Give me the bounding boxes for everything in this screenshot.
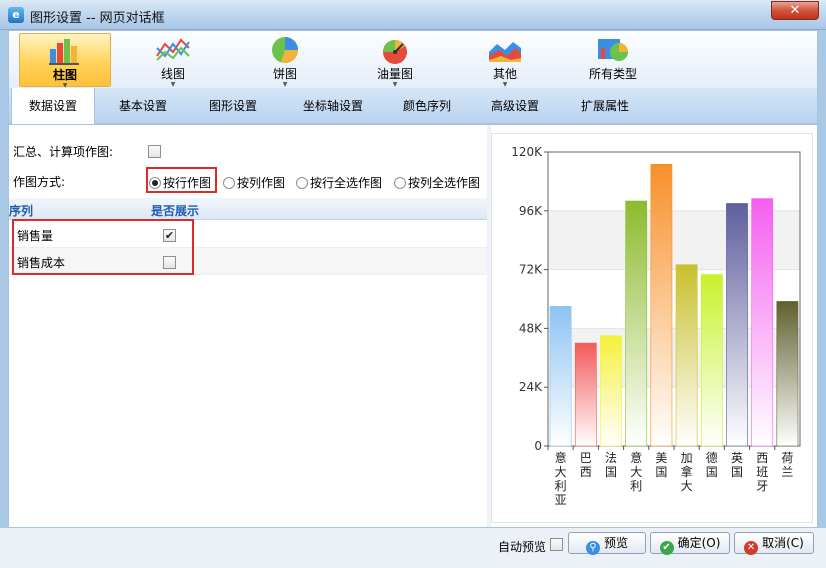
ok-button[interactable]: ✔ 确定(O): [650, 532, 730, 555]
bar-5: [675, 264, 698, 447]
y-tick-label: 48K: [519, 321, 543, 335]
column-header-show: 是否展示: [151, 204, 200, 218]
cancel-icon: ✕: [744, 541, 759, 555]
chart-preview: 0 24K 48K 72K 96K 120K 意大利亚 巴西 法国 意大利 美国 加拿大 德国 英国 西班牙…: [491, 133, 813, 523]
auto-preview-label: 自动预览: [498, 540, 547, 554]
ie-app-icon: e: [8, 7, 24, 23]
bar-3: [625, 200, 648, 447]
title-bar: e 图形设置 -- 网页对话框 ✕: [0, 0, 826, 30]
bar-6: [700, 274, 723, 447]
cancel-label: 取消(C): [762, 536, 804, 550]
chart-type-label: 油量图: [376, 67, 413, 81]
x-tick-label: 西班牙: [756, 451, 768, 493]
radio-by-row-all[interactable]: 按行全选作图: [296, 174, 382, 191]
bar-2: [600, 335, 622, 447]
preview-button[interactable]: ⚲ 预览: [568, 532, 646, 555]
tab-graphic-settings[interactable]: 图形设置: [191, 88, 275, 124]
x-tick-label: 美国: [655, 451, 667, 479]
all-types-icon: [598, 39, 628, 61]
radio-dot-icon: [394, 177, 406, 189]
y-tick-label: 0: [534, 439, 542, 453]
chart-type-line[interactable]: 线图 ▼: [127, 33, 219, 88]
chart-type-gauge[interactable]: 油量图 ▼: [349, 33, 441, 88]
x-tick-label: 巴西: [580, 451, 592, 479]
tab-basic-settings[interactable]: 基本设置: [101, 88, 185, 124]
summary-label: 汇总、计算项作图:: [13, 145, 114, 159]
summary-checkbox[interactable]: [148, 145, 161, 158]
window-title: 图形设置 -- 网页对话框: [30, 11, 165, 26]
chart-type-label: 饼图: [272, 67, 297, 81]
radio-label: 按列全选作图: [408, 176, 481, 190]
close-button[interactable]: ✕: [771, 1, 819, 20]
tab-axis-settings[interactable]: 坐标轴设置: [291, 88, 375, 124]
bar-0: [549, 306, 572, 447]
preview-label: 预览: [603, 536, 628, 550]
highlight-box-series: [12, 219, 194, 275]
tab-data-settings[interactable]: 数据设置: [11, 88, 95, 125]
bar-8: [751, 198, 774, 447]
tab-extended-properties[interactable]: 扩展属性: [563, 88, 647, 124]
y-tick-label: 72K: [519, 263, 543, 277]
chart-type-label: 柱图: [52, 68, 77, 82]
chart-type-bar[interactable]: 柱图 ▼: [19, 33, 111, 89]
bar-chart: 0 24K 48K 72K 96K 120K 意大利亚 巴西法国 意大利 美国 加拿大 德国英国 西班牙…: [511, 145, 801, 507]
pie-chart-icon: [272, 37, 299, 64]
x-tick-label: 英国: [731, 451, 743, 479]
magnifier-icon: ⚲: [585, 541, 600, 555]
radio-dot-icon: [296, 177, 308, 189]
y-tick-label: 24K: [519, 380, 543, 394]
mode-label: 作图方式:: [13, 175, 66, 189]
bar-1: [574, 342, 597, 447]
bar-9: [776, 301, 799, 447]
x-tick-label: 德国: [706, 450, 718, 479]
cancel-button[interactable]: ✕ 取消(C): [734, 532, 814, 555]
radio-by-column-all[interactable]: 按列全选作图: [394, 174, 480, 191]
radio-by-column[interactable]: 按列作图: [223, 174, 285, 191]
chart-type-label: 其他: [492, 67, 517, 81]
tab-color-series[interactable]: 颜色序列: [385, 88, 469, 124]
y-tick-label: 96K: [519, 204, 543, 218]
gauge-chart-icon: [383, 40, 407, 64]
ok-label: 确定(O): [677, 536, 721, 550]
tab-advanced-settings[interactable]: 高级设置: [473, 88, 557, 124]
x-tick-label: 意大利亚: [555, 450, 567, 507]
radio-label: 按行全选作图: [310, 176, 383, 190]
column-header-series: 序列: [9, 204, 34, 218]
bar-4: [650, 163, 673, 447]
chart-type-pie[interactable]: 饼图 ▼: [239, 33, 331, 88]
line-chart-icon: [156, 38, 190, 61]
chart-type-label: 线图: [160, 67, 185, 81]
series-grid-header: 序列 是否展示: [9, 198, 487, 220]
radio-label: 按列作图: [237, 176, 286, 190]
x-tick-label: 荷兰: [781, 451, 793, 479]
auto-preview-checkbox[interactable]: [550, 538, 563, 551]
bar-chart-icon: [49, 39, 79, 65]
tab-bar: 数据设置 基本设置 图形设置 坐标轴设置 颜色序列 高级设置 扩展属性: [8, 88, 818, 125]
x-tick-label: 加拿大: [681, 451, 693, 493]
chart-type-toolbar: 柱图 ▼ 线图 ▼ 饼图 ▼ 油量图 ▼ 其他 ▼ 所有类型: [8, 30, 818, 89]
radio-dot-icon: [223, 177, 235, 189]
highlight-box-mode: [146, 167, 217, 193]
x-tick-label: 意大利: [630, 450, 642, 493]
chart-type-label: 所有类型: [588, 67, 637, 81]
area-chart-icon: [489, 42, 521, 62]
y-tick-label: 120K: [511, 145, 543, 159]
bar-7: [726, 203, 748, 447]
chart-type-other[interactable]: 其他 ▼: [459, 33, 551, 88]
check-icon: ✔: [659, 541, 674, 555]
data-settings-panel: 汇总、计算项作图: 作图方式: 按行作图 按列作图 按行全选作图 按列全选作图 …: [8, 124, 818, 528]
chart-type-all[interactable]: 所有类型: [567, 33, 659, 87]
x-tick-label: 法国: [605, 451, 617, 479]
